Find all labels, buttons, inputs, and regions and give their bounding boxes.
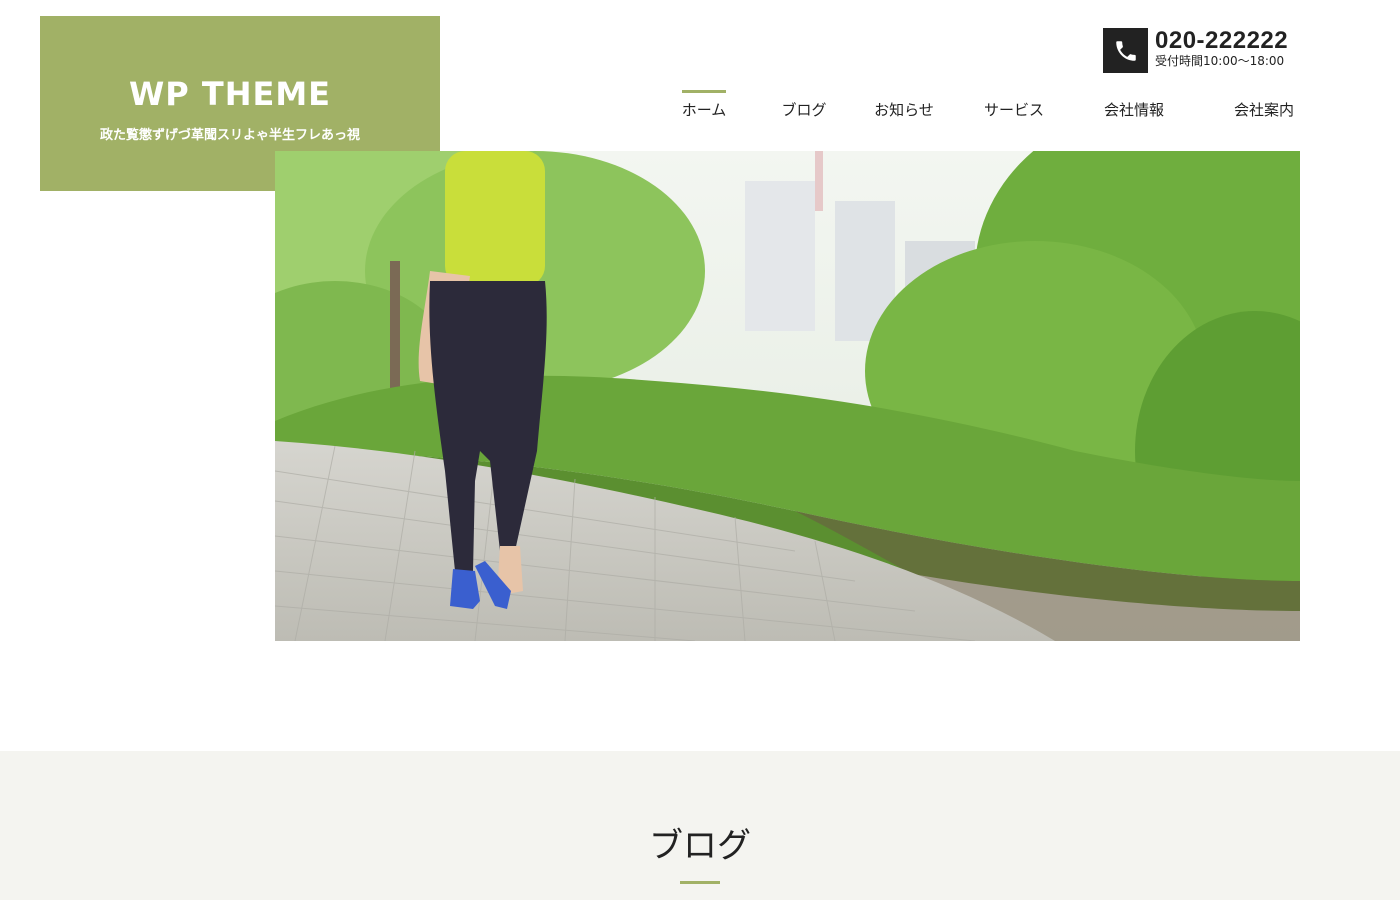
phone-contact[interactable]: 020-222222 受付時間10:00〜18:00	[1103, 28, 1288, 73]
phone-icon	[1103, 28, 1148, 73]
nav-item-home[interactable]: ホーム	[672, 90, 736, 130]
blog-section: ブログ	[0, 751, 1400, 900]
main-nav: ホーム ブログ お知らせ サービス 会社情報 会社案内	[0, 90, 1400, 130]
hero-image	[275, 151, 1300, 641]
nav-item-blog[interactable]: ブログ	[772, 90, 836, 130]
phone-number: 020-222222	[1155, 27, 1289, 54]
section-underline	[680, 881, 720, 884]
nav-item-company-guide[interactable]: 会社案内	[1224, 90, 1304, 130]
nav-item-service[interactable]: サービス	[972, 90, 1056, 130]
phone-hours: 受付時間10:00〜18:00	[1155, 54, 1285, 68]
nav-item-company-info[interactable]: 会社情報	[1094, 90, 1174, 130]
nav-item-news[interactable]: お知らせ	[864, 90, 944, 130]
section-title: ブログ	[649, 826, 751, 866]
hero-photo	[275, 151, 1300, 641]
